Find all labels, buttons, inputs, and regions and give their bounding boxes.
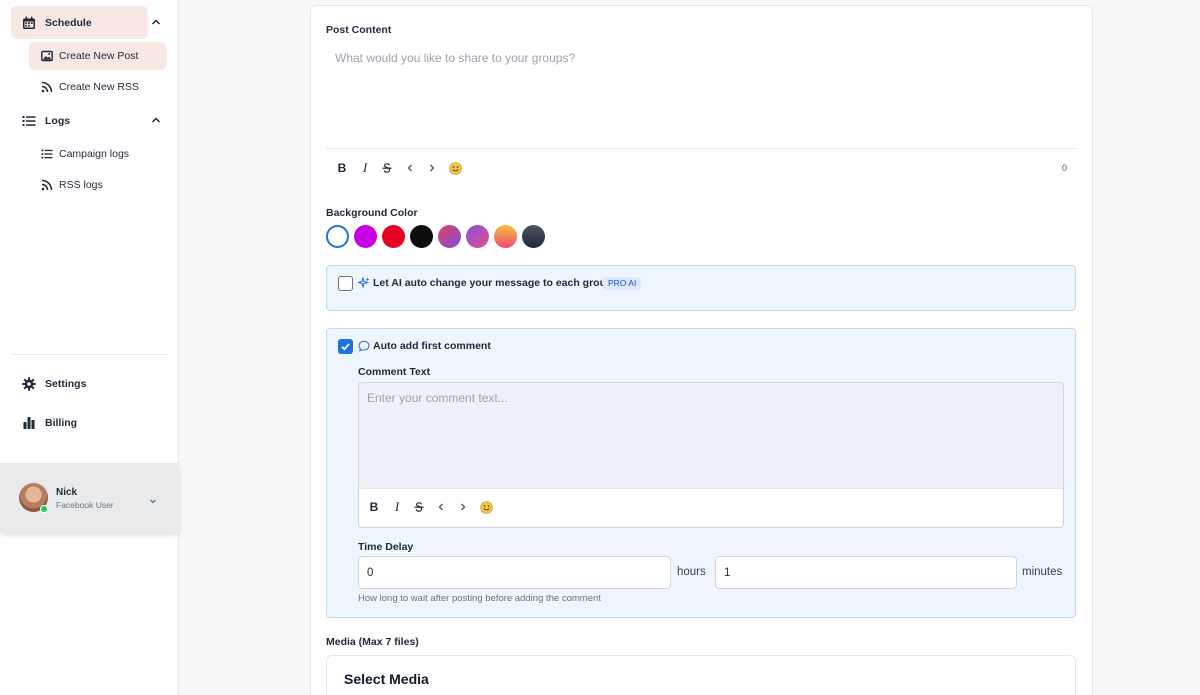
nav-create-new-post[interactable]: Create New Post <box>29 42 167 70</box>
swatch-black[interactable] <box>410 225 433 248</box>
italic-icon[interactable]: I <box>358 160 372 175</box>
first-comment-checkbox[interactable] <box>338 339 353 354</box>
post-content-label: Post Content <box>326 24 392 36</box>
ai-option-label-row: Let AI auto change your message to each … <box>358 277 612 289</box>
nav-settings[interactable]: Settings <box>11 367 148 400</box>
ai-option-checkbox[interactable] <box>338 276 353 291</box>
chevron-up-icon[interactable] <box>150 16 162 28</box>
undo-chevron-left-icon[interactable] <box>434 500 448 514</box>
nav-billing-label: Billing <box>45 416 78 429</box>
sparkles-icon <box>358 277 370 289</box>
bar-chart-icon <box>22 416 36 430</box>
image-icon <box>41 50 53 62</box>
calendar-icon <box>22 16 36 30</box>
comment-placeholder: Enter your comment text... <box>367 391 508 405</box>
strikethrough-icon[interactable] <box>380 161 394 175</box>
nav-rss-logs[interactable]: RSS logs <box>29 171 167 199</box>
nav-schedule-label: Schedule <box>45 16 92 29</box>
swatch-gradient-red-purple[interactable] <box>438 225 461 248</box>
nav-rss-logs-label: RSS logs <box>59 179 103 191</box>
swatch-white[interactable] <box>326 225 349 248</box>
chevron-down-icon[interactable] <box>148 493 158 504</box>
time-delay-help: How long to wait after posting before ad… <box>358 593 601 604</box>
nav-billing[interactable]: Billing <box>11 406 148 439</box>
first-comment-label-row: Auto add first comment <box>358 340 491 352</box>
media-select-box[interactable] <box>326 655 1076 695</box>
swatch-purple[interactable] <box>354 225 377 248</box>
redo-chevron-right-icon[interactable] <box>456 500 470 514</box>
nav-logs-label: Logs <box>45 114 71 127</box>
pro-ai-badge: PRO AI <box>603 277 642 290</box>
chat-bubble-icon <box>358 340 370 352</box>
strikethrough-icon[interactable] <box>412 500 426 514</box>
emoji-icon[interactable] <box>448 161 462 175</box>
user-role: Facebook User <box>56 500 114 510</box>
ai-option-label: Let AI auto change your message to each … <box>373 277 613 289</box>
italic-icon[interactable]: I <box>390 499 404 514</box>
check-icon <box>341 343 350 351</box>
background-color-label: Background Color <box>326 207 418 219</box>
emoji-icon[interactable] <box>479 500 493 514</box>
undo-chevron-left-icon[interactable] <box>403 161 417 175</box>
select-media-title: Select Media <box>344 671 429 687</box>
list-icon <box>41 148 53 160</box>
swatch-red[interactable] <box>382 225 405 248</box>
chevron-up-icon[interactable] <box>150 114 162 126</box>
hours-unit: hours <box>677 566 706 578</box>
minutes-unit: minutes <box>1022 566 1063 578</box>
online-status-dot <box>40 505 48 513</box>
media-label: Media (Max 7 files) <box>326 636 419 648</box>
rss-icon <box>41 179 53 191</box>
first-comment-label: Auto add first comment <box>373 340 491 352</box>
nav-campaign-logs-label: Campaign logs <box>59 148 130 160</box>
character-count: 0 <box>1062 163 1068 173</box>
redo-chevron-right-icon[interactable] <box>425 161 439 175</box>
nav-create-new-post-label: Create New Post <box>59 50 139 62</box>
user-name: Nick <box>56 487 78 498</box>
gear-icon <box>22 376 36 391</box>
nav-logs[interactable]: Logs <box>11 104 161 137</box>
list-icon <box>22 114 36 128</box>
comment-text-label: Comment Text <box>358 366 431 378</box>
time-delay-label: Time Delay <box>358 541 414 553</box>
editor-divider <box>326 148 1076 149</box>
nav-campaign-logs[interactable]: Campaign logs <box>29 140 167 168</box>
minutes-input[interactable]: 1 <box>715 556 1017 589</box>
sidebar: Schedule Create New Post Create New RSS … <box>0 0 179 695</box>
swatch-gradient-orange-pink[interactable] <box>494 225 517 248</box>
sidebar-divider <box>11 354 168 355</box>
hours-input[interactable]: 0 <box>358 556 671 589</box>
rss-icon <box>41 81 53 93</box>
nav-create-new-rss-label: Create New RSS <box>59 81 139 93</box>
post-content-editor[interactable]: What would you like to share to your gro… <box>335 51 575 65</box>
bold-icon[interactable]: B <box>367 500 381 514</box>
nav-create-new-rss[interactable]: Create New RSS <box>29 73 167 101</box>
swatch-gradient-purple-pink[interactable] <box>466 225 489 248</box>
swatch-gradient-dark-slate[interactable] <box>522 225 545 248</box>
nav-settings-label: Settings <box>45 377 87 390</box>
nav-schedule[interactable]: Schedule <box>11 6 161 39</box>
bold-icon[interactable]: B <box>335 161 349 175</box>
